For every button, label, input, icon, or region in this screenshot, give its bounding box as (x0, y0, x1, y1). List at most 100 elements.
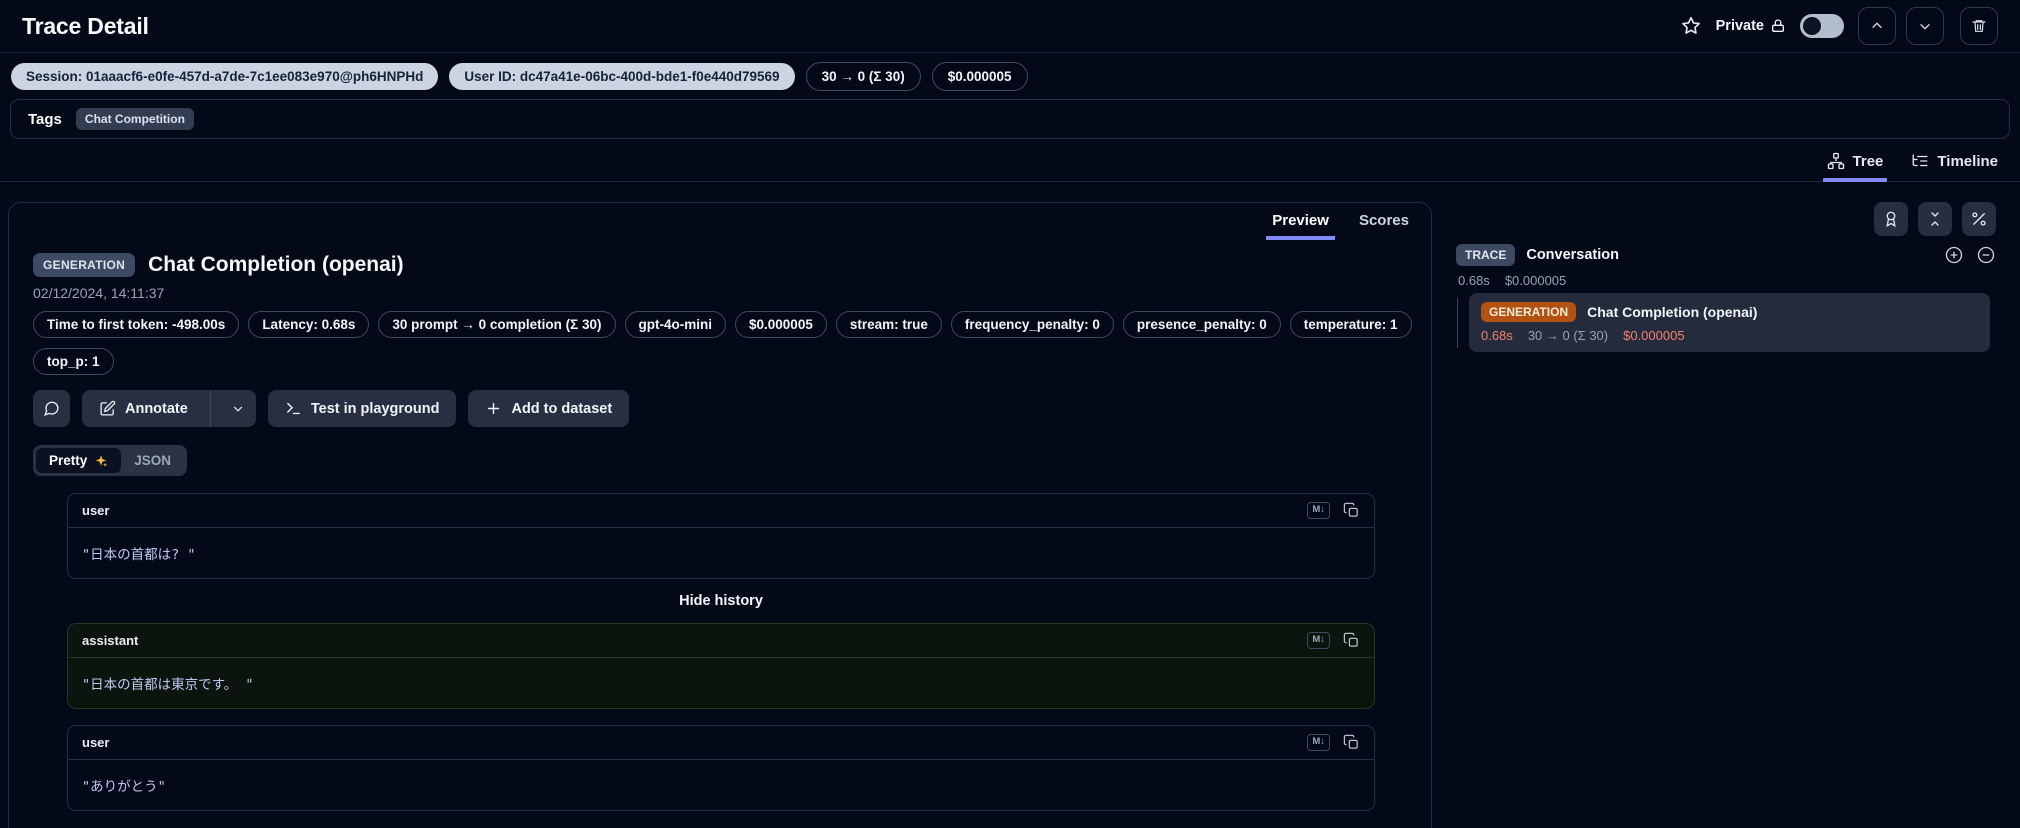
page-title: Trace Detail (22, 12, 149, 39)
tree-node-header: GENERATION Chat Completion (openai) (1481, 302, 1978, 322)
trace-identifier-row: Session: 01aaacf6-e0fe-457d-a7de-7c1ee08… (0, 53, 2020, 99)
observation-title: Chat Completion (openai) (148, 253, 404, 276)
add-to-dataset-button[interactable]: Add to dataset (468, 390, 630, 427)
expand-all-button[interactable] (1944, 245, 1964, 265)
metric-pill: Latency: 0.68s (248, 311, 370, 338)
markdown-toggle-button[interactable]: M↓ (1307, 734, 1330, 751)
tree-expand-controls (1944, 245, 1996, 265)
annotate-label: Annotate (125, 400, 188, 417)
message-header: assistant M↓ (68, 624, 1374, 658)
tab-timeline-label: Timeline (1937, 152, 1998, 170)
format-pretty-button[interactable]: Pretty (36, 448, 122, 473)
button-divider (209, 390, 211, 427)
chevron-up-icon (1872, 22, 1882, 28)
markdown-toggle-button[interactable]: M↓ (1307, 502, 1330, 519)
annotate-button[interactable]: Annotate (82, 390, 256, 427)
percent-icon (1972, 212, 1986, 226)
view-tabs: Tree Timeline (0, 141, 2020, 182)
comment-icon (44, 401, 59, 416)
hide-history-button[interactable]: Hide history (67, 593, 1375, 609)
node-cost: $0.000005 (1623, 328, 1685, 343)
user-id-badge[interactable]: User ID: dc47a41e-06bc-400d-bde1-f0e440d… (449, 62, 795, 90)
trace-cost: $0.000005 (1504, 273, 1567, 288)
trace-root-metrics: 0.68s $0.000005 (1458, 273, 1566, 288)
playground-label: Test in playground (310, 400, 440, 417)
visibility-label: Private (1715, 18, 1764, 34)
trash-icon (1972, 20, 1986, 32)
comment-button[interactable] (33, 390, 70, 427)
metric-pill: $0.000005 (735, 311, 827, 338)
copy-icon (1343, 734, 1358, 749)
sparkles-icon (96, 454, 108, 467)
message-assistant: assistant M↓ "日本の首都は東京です。 " (67, 623, 1375, 709)
lock-icon (1772, 19, 1784, 32)
observation-header: GENERATION Chat Completion (openai) (33, 253, 1407, 277)
tree-node-generation[interactable]: GENERATION Chat Completion (openai) 0.68… (1469, 293, 1990, 352)
observation-actions: Annotate Test in playground Add to datas… (33, 390, 1407, 427)
annotate-dropdown[interactable] (220, 390, 256, 427)
toggle-knob (1803, 17, 1821, 35)
visibility-toggle[interactable] (1800, 14, 1844, 38)
trace-tree-panel: TRACE Conversation 0.68s $0.000005 GENER… (1452, 190, 2020, 828)
collapse-tree-button[interactable] (1976, 245, 1996, 265)
message-header-icons: M↓ (1307, 502, 1360, 519)
tree-indent-line (1457, 298, 1458, 348)
circle-minus-icon (1977, 246, 1995, 264)
generation-type-badge: GENERATION (1481, 302, 1577, 322)
metric-pill: Time to first token: -498.00s (33, 311, 240, 338)
tab-tree[interactable]: Tree (1822, 152, 1888, 182)
tag-chip[interactable]: Chat Competition (75, 108, 194, 130)
test-in-playground-button[interactable]: Test in playground (267, 390, 457, 427)
message-header: user M↓ (68, 726, 1374, 760)
collapse-all-button[interactable] (1918, 202, 1952, 236)
markdown-toggle-button[interactable]: M↓ (1307, 632, 1330, 649)
tags-row: Tags Chat Competition (10, 99, 2010, 139)
session-badge[interactable]: Session: 01aaacf6-e0fe-457d-a7de-7c1ee08… (11, 62, 439, 90)
message-header: user M↓ (68, 494, 1374, 528)
trace-type-badge: TRACE (1456, 244, 1516, 266)
tree-actions (1874, 202, 1996, 236)
tab-tree-label: Tree (1852, 152, 1884, 170)
metrics-percent-button[interactable] (1962, 202, 1996, 236)
scores-award-button[interactable] (1874, 202, 1908, 236)
token-usage-badge: 30 → 0 (Σ 30) (805, 61, 921, 91)
chevron-down-icon (233, 406, 242, 412)
node-latency: 0.68s (1481, 328, 1513, 343)
tab-scores[interactable]: Scores (1359, 212, 1409, 238)
terminal-icon (286, 402, 300, 415)
message-content: "日本の首都は東京です。 " (82, 677, 254, 693)
copy-button[interactable] (1343, 734, 1360, 751)
tree-node-title: Chat Completion (openai) (1587, 304, 1758, 320)
message-list: user M↓ "日本の首都は? " Hide history assistan… (67, 493, 1375, 811)
previous-trace-button[interactable] (1858, 7, 1896, 45)
bookmark-star-button[interactable] (1680, 15, 1702, 37)
tree-node-metrics: 0.68s 30 → 0 (Σ 30) $0.000005 (1481, 328, 1978, 343)
fold-vertical-icon (1931, 212, 1939, 226)
tree-icon (1827, 152, 1844, 170)
message-header-icons: M↓ (1307, 734, 1360, 751)
message-role: assistant (82, 633, 139, 648)
format-json-button[interactable]: JSON (121, 448, 184, 473)
chevron-down-icon (1920, 23, 1930, 30)
message-user-2: user M↓ "ありがとう" (67, 725, 1375, 811)
panel-tabs: Preview Scores (1266, 212, 1409, 240)
tab-timeline[interactable]: Timeline (1911, 152, 1998, 181)
next-trace-button[interactable] (1906, 7, 1944, 45)
plus-icon (488, 402, 500, 415)
metric-pill: frequency_penalty: 0 (950, 311, 1114, 338)
copy-button[interactable] (1343, 632, 1360, 649)
delete-trace-button[interactable] (1960, 7, 1998, 45)
award-icon (1886, 211, 1896, 228)
trace-root-row[interactable]: TRACE Conversation (1456, 244, 1996, 266)
copy-icon (1343, 502, 1358, 517)
star-icon (1681, 16, 1700, 34)
observation-timestamp: 02/12/2024, 14:11:37 (33, 285, 165, 301)
node-tokens: 30 → 0 (Σ 30) (1527, 328, 1609, 343)
message-role: user (82, 503, 110, 518)
tab-preview[interactable]: Preview (1266, 212, 1335, 240)
copy-button[interactable] (1343, 502, 1360, 519)
message-content: "ありがとう" (82, 779, 166, 795)
timeline-icon (1912, 154, 1928, 167)
metric-pill: top_p: 1 (33, 348, 114, 375)
